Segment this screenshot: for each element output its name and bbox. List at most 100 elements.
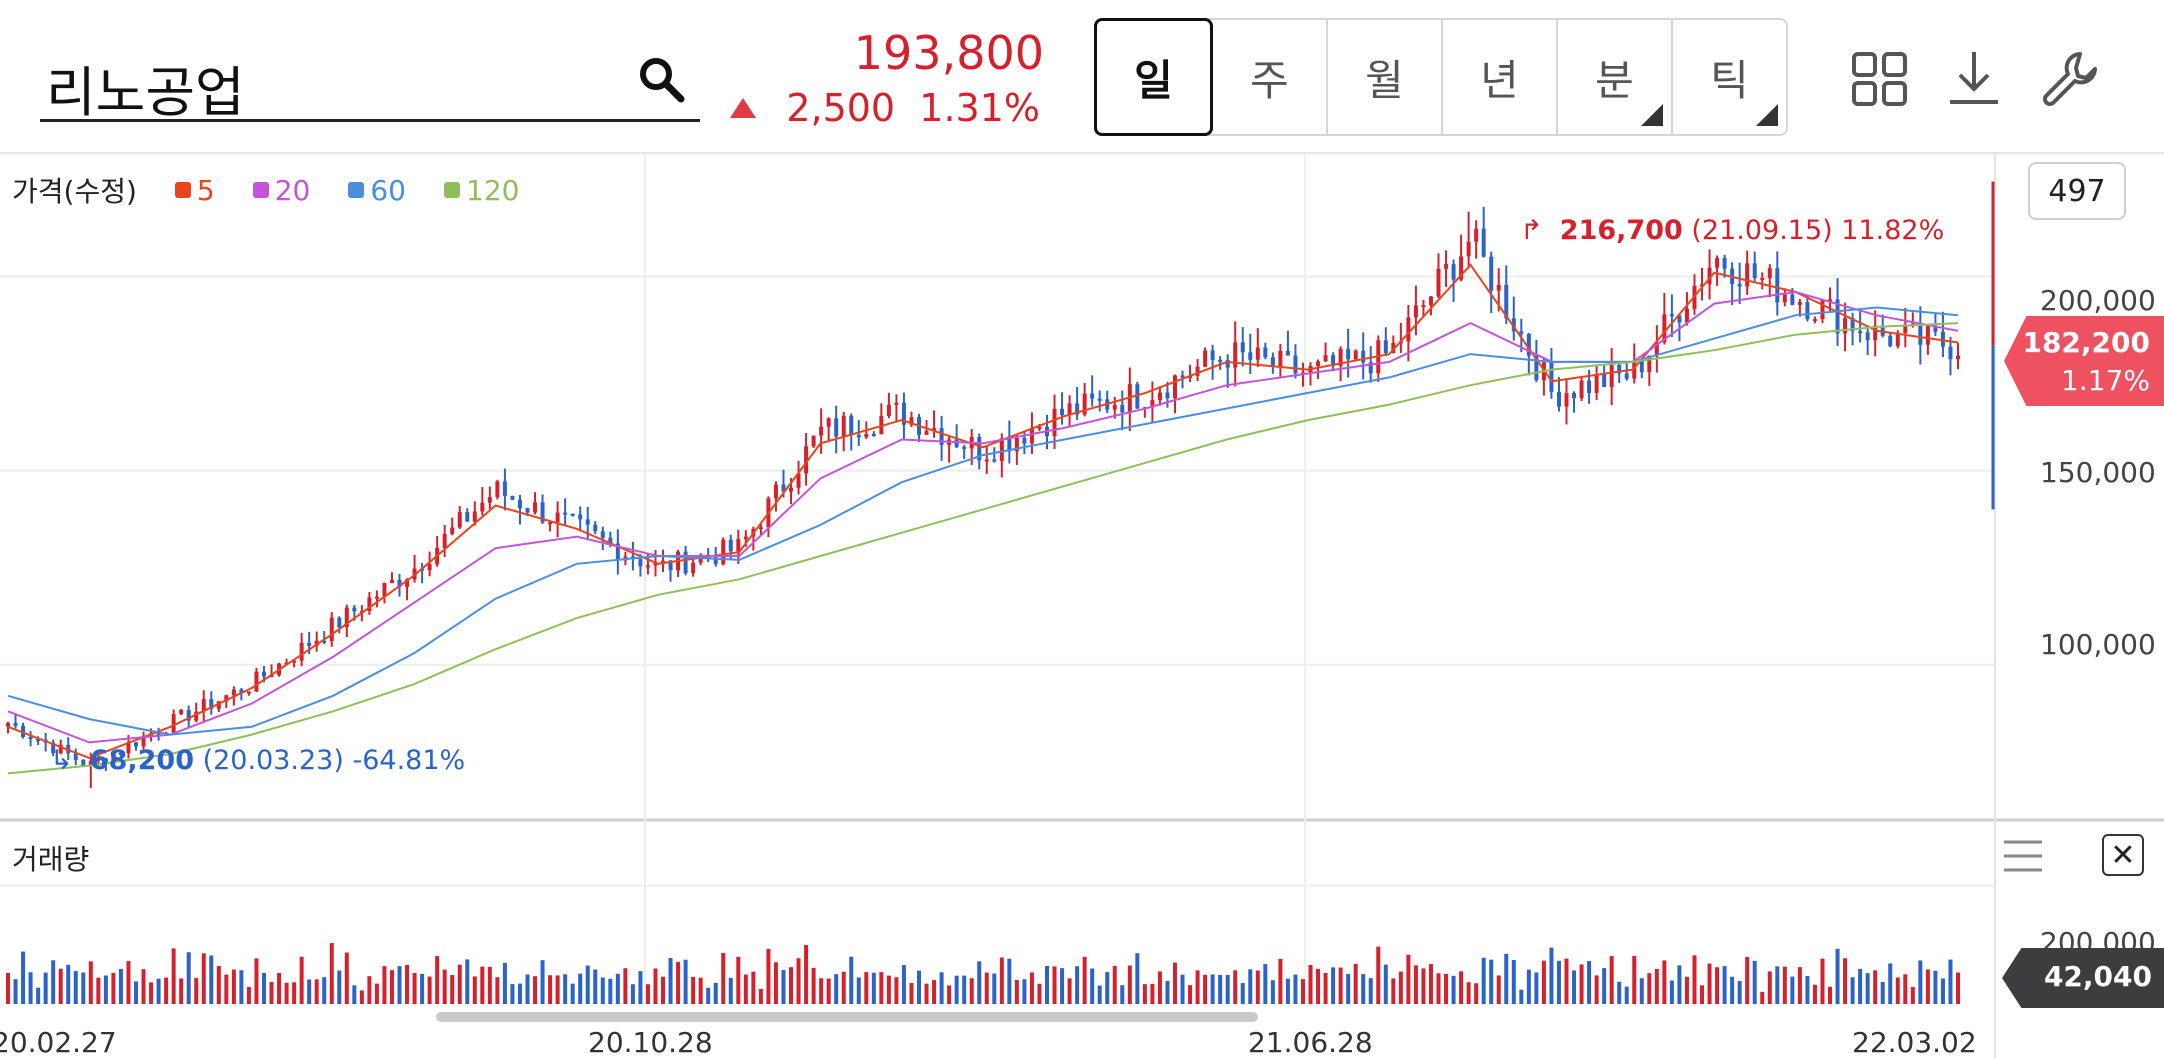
volume-bar [171,948,176,1004]
volume-bar [917,970,922,1004]
volume-bar [1240,983,1245,1004]
current-price-tag: 182,200 1.17% [2004,316,2164,406]
volume-bar [841,971,846,1004]
volume-bar [600,977,605,1004]
volume-bar [593,969,598,1004]
volume-bar [939,972,944,1004]
high-value: 216,700 [1559,215,1683,246]
candle-body [1602,374,1607,387]
volume-bar [1406,954,1411,1004]
legend-item-ma20[interactable]: 20 [252,174,310,207]
candle-body [171,714,176,733]
candle-body [1060,408,1065,415]
candle-body [1210,350,1215,360]
volume-bar [826,978,831,1004]
volume-bar [1278,958,1283,1004]
current-volume-value: 42,040 [2043,960,2152,993]
candle-body [819,426,824,436]
menu-icon[interactable] [2002,838,2044,874]
period-tab-month[interactable]: 월 [1328,20,1443,134]
volume-bar [1127,965,1132,1004]
candle-body [638,559,643,567]
volume-bar [1210,974,1215,1004]
volume-bar [1270,980,1275,1004]
volume-bar [1632,955,1637,1004]
candle-body [1451,264,1456,280]
high-date: (21.09.15) [1691,215,1833,246]
period-tab-week[interactable]: 주 [1213,20,1328,134]
volume-bar [201,953,206,1004]
candle-body [826,418,831,427]
volume-bar [1722,966,1727,1004]
volume-bar [1956,972,1960,1004]
legend-item-ma120[interactable]: 120 [444,174,519,207]
volume-bar [1647,973,1652,1004]
volume-bar [1549,947,1554,1004]
volume-bar [359,990,364,1004]
volume-bar [58,968,63,1004]
period-tab-day[interactable]: 일 [1094,18,1213,136]
volume-bar [1579,964,1584,1004]
candle-body [1820,300,1825,320]
download-icon[interactable] [1944,48,2004,108]
wrench-icon[interactable] [2040,48,2100,108]
volume-bar [1835,948,1840,1004]
candle-body [1956,355,1960,360]
period-tab-minute[interactable]: 분 [1558,20,1673,134]
volume-bar [81,972,86,1004]
volume-bar [103,975,108,1004]
high-annotation: ↱ 216,700 (21.09.15) 11.82% [1520,215,1944,246]
volume-bar [1752,960,1757,1004]
volume-bar [1730,976,1735,1004]
candle-body [389,580,394,584]
stock-name[interactable]: 리노공업 [46,48,245,127]
candle-body [871,434,876,437]
candle-body [1519,331,1524,334]
volume-bar [1067,978,1072,1004]
candle-body [1760,277,1765,280]
volume-bar [548,975,553,1004]
stock-search-box[interactable]: 리노공업 [40,34,700,124]
x-axis-label-0: 20.02.27 [0,1026,117,1059]
legend-item-ma60[interactable]: 60 [348,174,406,207]
period-tab-year[interactable]: 년 [1443,20,1558,134]
current-price: 193,800 [853,26,1044,80]
volume-bar [1572,970,1577,1004]
legend-item-ma5[interactable]: 5 [174,174,215,207]
volume-bar [1112,965,1117,1004]
candle-body [299,642,304,661]
high-arrow-icon: ↱ [1520,215,1543,246]
volume-bar [871,972,876,1004]
candle-body [1790,294,1795,305]
volume-bar [465,959,470,1004]
volume-bar [570,983,575,1004]
volume-bar [1797,967,1802,1004]
volume-bar [1052,966,1057,1004]
volume-bar [668,957,673,1004]
volume-bar [879,972,884,1004]
price-change: 2,500 1.31% [730,86,1040,136]
grid-icon[interactable] [1850,48,1910,108]
candle-body [1564,393,1569,407]
candle-body [1165,392,1170,399]
period-tab-tick[interactable]: 틱 [1673,20,1786,134]
candle-body [1805,302,1810,320]
volume-bar [397,966,402,1004]
volume-bar [1007,958,1012,1004]
volume-bar [209,955,214,1004]
candle-body [1413,305,1418,318]
candle-count-box[interactable]: 497 [2028,162,2126,220]
volume-bar [1436,973,1441,1004]
close-icon[interactable]: ✕ [2102,834,2144,876]
volume-bar [1180,974,1185,1004]
horizontal-scrollbar[interactable] [436,1012,1258,1022]
candle-body [984,459,989,462]
search-icon[interactable] [636,54,686,104]
candle-body [962,446,967,449]
stock-chart[interactable] [0,154,2164,1058]
volume-bar [1594,975,1599,1004]
volume-bar [51,960,56,1004]
volume-bar [1843,958,1848,1004]
candle-body [427,564,432,571]
volume-bar [133,981,138,1004]
